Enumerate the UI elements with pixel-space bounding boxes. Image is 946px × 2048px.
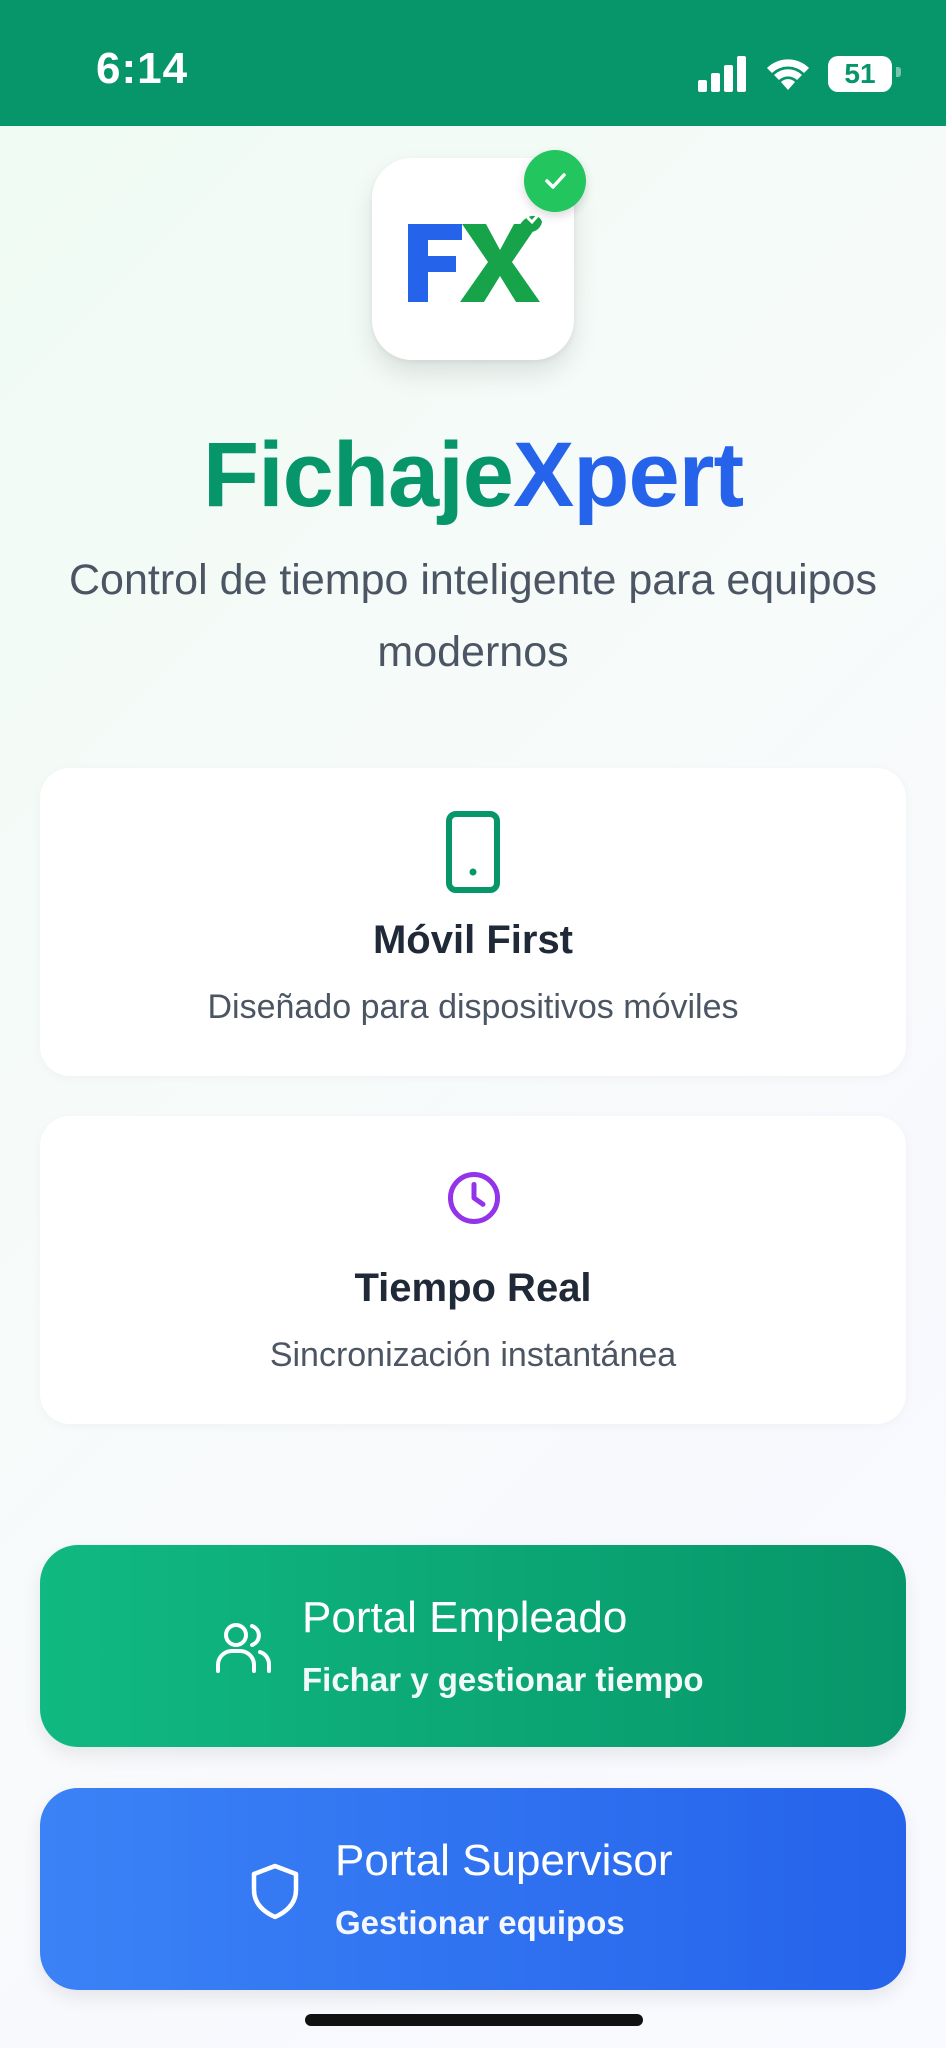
app-logo [372,150,586,360]
status-time: 6:14 [96,44,189,93]
feature-subtitle: Diseñado para dispositivos móviles [207,988,739,1026]
feature-title: Tiempo Real [354,1266,592,1310]
feature-card-mobile: Móvil First Diseñado para dispositivos m… [40,768,906,1076]
fx-logo-icon [408,211,542,302]
employee-portal-title: Portal Empleado [302,1593,628,1642]
supervisor-portal-subtitle: Gestionar equipos [335,1904,625,1941]
feature-subtitle: Sincronización instantánea [269,1336,677,1374]
shield-icon [251,1863,299,1920]
users-icon [216,1623,271,1673]
app-title: FichajeXpert [0,420,946,530]
feature-card-realtime: Tiempo Real Sincronización instantánea [40,1116,906,1424]
status-bar: 6:14 51 [0,0,946,126]
clock-icon [447,1171,501,1225]
smartphone-icon [446,811,500,893]
app-title-part2: Xpert [512,424,744,526]
employee-portal-subtitle: Fichar y gestionar tiempo [302,1661,704,1698]
supervisor-portal-title: Portal Supervisor [335,1836,673,1885]
check-badge [524,150,586,212]
supervisor-portal-button[interactable]: Portal Supervisor Gestionar equipos [40,1788,906,1990]
employee-portal-button[interactable]: Portal Empleado Fichar y gestionar tiemp… [40,1545,906,1747]
battery-level: 51 [844,58,876,89]
wifi-icon [767,59,809,90]
home-indicator[interactable] [305,2014,643,2026]
check-icon [545,173,566,189]
app-title-part1: Fichaje [202,424,514,526]
signal-icon [698,56,746,92]
app-tagline: Control de tiempo inteligente para equip… [69,556,877,676]
battery-tip [896,67,901,77]
feature-title: Móvil First [372,918,574,962]
battery-icon: 51 [828,56,892,92]
